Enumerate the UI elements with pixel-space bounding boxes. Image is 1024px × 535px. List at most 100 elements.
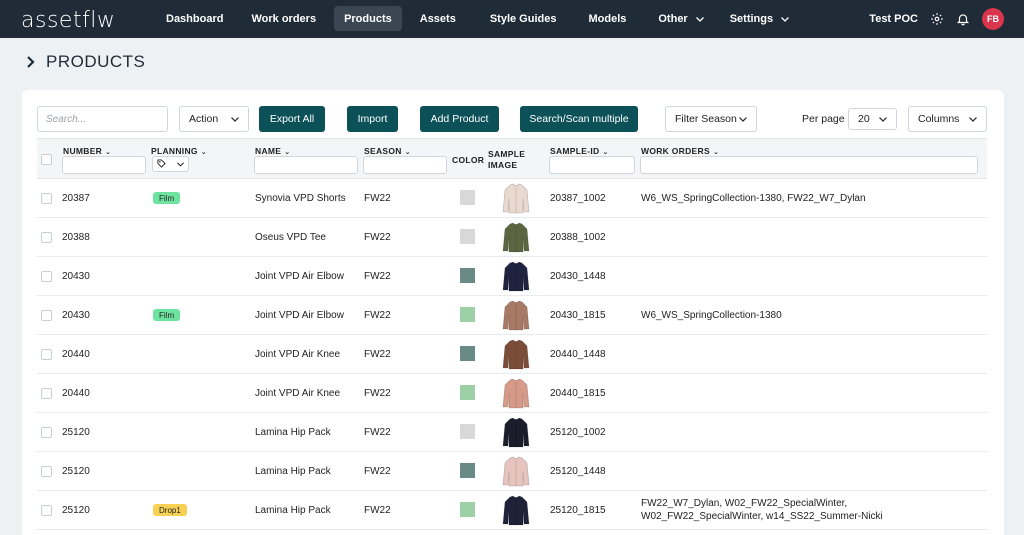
row-checkbox[interactable]: [41, 310, 52, 321]
app-logo[interactable]: assetflw: [21, 8, 115, 33]
product-name[interactable]: Joint VPD Air Knee: [255, 388, 340, 399]
sample-thumbnail[interactable]: [499, 181, 533, 215]
nav-item-work-orders[interactable]: Work orders: [241, 6, 326, 31]
product-number[interactable]: 20388: [62, 232, 90, 243]
sample-id[interactable]: 25120_1448: [550, 466, 606, 477]
row-checkbox[interactable]: [41, 388, 52, 399]
sample-thumbnail[interactable]: [499, 337, 533, 371]
table-row[interactable]: 20387 Film Synovia VPD Shorts FW22 20387…: [37, 179, 987, 218]
season-filter-input[interactable]: [363, 156, 447, 174]
sample-thumbnail[interactable]: [499, 493, 533, 527]
row-checkbox[interactable]: [41, 427, 52, 438]
table-row[interactable]: 25120 Lamina Hip Pack FW22 25120_1002: [37, 413, 987, 452]
product-number[interactable]: 20430: [62, 271, 90, 282]
sample-id[interactable]: 20387_1002: [550, 193, 606, 204]
nav-item-style-guides[interactable]: Style Guides: [480, 6, 567, 31]
row-checkbox[interactable]: [41, 232, 52, 243]
search-input[interactable]: [37, 106, 168, 132]
product-name[interactable]: Joint VPD Air Elbow: [255, 271, 344, 282]
sample-thumbnail[interactable]: [499, 298, 533, 332]
nav-item-products[interactable]: Products: [334, 6, 402, 31]
number-filter-input[interactable]: [62, 156, 146, 174]
avatar[interactable]: FB: [982, 8, 1004, 30]
filter-season-dropdown[interactable]: Filter Season: [665, 106, 757, 132]
chevron-right-icon[interactable]: [26, 55, 36, 71]
table-row[interactable]: 20430 Film Joint VPD Air Elbow FW22 2043…: [37, 296, 987, 335]
nav-item-models[interactable]: Models: [578, 6, 636, 31]
sample-id[interactable]: 25120_1002: [550, 427, 606, 438]
account-name[interactable]: Test POC: [869, 13, 918, 25]
work-orders[interactable]: W6_WS_SpringCollection-1380, FW22_W7_Dyl…: [641, 192, 971, 205]
product-name[interactable]: Synovia VPD Shorts: [255, 193, 346, 204]
name-filter-input[interactable]: [254, 156, 358, 174]
add-product-button[interactable]: Add Product: [420, 106, 499, 132]
header-number[interactable]: NUMBER ⌄: [63, 146, 111, 156]
action-dropdown[interactable]: Action: [179, 106, 249, 132]
product-number[interactable]: 20387: [62, 193, 90, 204]
bell-icon[interactable]: [956, 12, 970, 26]
chevron-down-icon: [739, 113, 747, 125]
product-number[interactable]: 25120: [62, 427, 90, 438]
product-name[interactable]: Lamina Hip Pack: [255, 466, 331, 477]
row-checkbox[interactable]: [41, 349, 52, 360]
chevron-down-icon: [969, 113, 977, 125]
row-checkbox[interactable]: [41, 271, 52, 282]
product-name[interactable]: Lamina Hip Pack: [255, 505, 331, 516]
row-checkbox[interactable]: [41, 466, 52, 477]
row-checkbox[interactable]: [41, 193, 52, 204]
table-row[interactable]: 25120 Drop1 Lamina Hip Pack FW22 25120_1…: [37, 491, 987, 530]
table-row[interactable]: 25120 Lamina Hip Pack FW22 25120_1448: [37, 452, 987, 491]
sample-id[interactable]: 20430_1815: [550, 310, 606, 321]
sample-id[interactable]: 20388_1002: [550, 232, 606, 243]
sample-id[interactable]: 20440_1448: [550, 349, 606, 360]
nav-item-dashboard[interactable]: Dashboard: [156, 6, 233, 31]
sample-thumbnail[interactable]: [499, 415, 533, 449]
table-row[interactable]: 20430 Joint VPD Air Elbow FW22 20430_144…: [37, 257, 987, 296]
columns-dropdown[interactable]: Columns: [908, 106, 987, 132]
header-name[interactable]: NAME ⌄: [255, 146, 290, 156]
sample-id-filter-input[interactable]: [549, 156, 635, 174]
sample-id[interactable]: 20430_1448: [550, 271, 606, 282]
sample-id[interactable]: 25120_1815: [550, 505, 606, 516]
row-checkbox[interactable]: [41, 505, 52, 516]
table-row[interactable]: 20440 Joint VPD Air Knee FW22 20440_1448: [37, 335, 987, 374]
sample-thumbnail[interactable]: [499, 259, 533, 293]
work-orders[interactable]: FW22_W7_Dylan, W02_FW22_SpecialWinter, W…: [641, 497, 971, 523]
gear-icon[interactable]: [930, 12, 944, 26]
per-page-select[interactable]: 20: [848, 108, 897, 130]
product-number[interactable]: 25120: [62, 505, 90, 516]
product-number[interactable]: 20440: [62, 349, 90, 360]
sample-thumbnail[interactable]: [499, 376, 533, 410]
chevron-down-icon: [879, 113, 887, 125]
search-scan-multiple-button[interactable]: Search/Scan multiple: [520, 106, 638, 132]
nav-item-assets[interactable]: Assets: [410, 6, 466, 31]
product-season: FW22: [364, 388, 391, 399]
header-sample-id[interactable]: SAMPLE-ID ⌄: [550, 146, 609, 156]
planning-tag-filter[interactable]: [152, 156, 189, 172]
import-button[interactable]: Import: [347, 106, 398, 132]
product-number[interactable]: 20430: [62, 310, 90, 321]
product-name[interactable]: Joint VPD Air Knee: [255, 349, 340, 360]
product-name[interactable]: Oseus VPD Tee: [255, 232, 326, 243]
sample-thumbnail[interactable]: [499, 454, 533, 488]
product-name[interactable]: Joint VPD Air Elbow: [255, 310, 344, 321]
nav-item-settings[interactable]: Settings: [720, 6, 799, 31]
header-planning[interactable]: PLANNING ⌄: [151, 146, 207, 156]
table-row[interactable]: 20440 Joint VPD Air Knee FW22 20440_1815: [37, 374, 987, 413]
nav-item-other[interactable]: Other: [648, 6, 713, 31]
work-orders[interactable]: W6_WS_SpringCollection-1380: [641, 309, 971, 322]
product-season: FW22: [364, 193, 391, 204]
garment-icon: [502, 183, 530, 214]
sample-id[interactable]: 20440_1815: [550, 388, 606, 399]
select-all-checkbox[interactable]: [41, 154, 52, 165]
garment-icon: [502, 456, 530, 487]
header-work-orders[interactable]: WORK ORDERS ⌄: [641, 146, 719, 156]
product-name[interactable]: Lamina Hip Pack: [255, 427, 331, 438]
work-orders-filter-input[interactable]: [640, 156, 978, 174]
header-season[interactable]: SEASON ⌄: [364, 146, 411, 156]
table-row[interactable]: 20388 Oseus VPD Tee FW22 20388_1002: [37, 218, 987, 257]
export-all-button[interactable]: Export All: [259, 106, 325, 132]
sample-thumbnail[interactable]: [499, 220, 533, 254]
product-number[interactable]: 20440: [62, 388, 90, 399]
product-number[interactable]: 25120: [62, 466, 90, 477]
